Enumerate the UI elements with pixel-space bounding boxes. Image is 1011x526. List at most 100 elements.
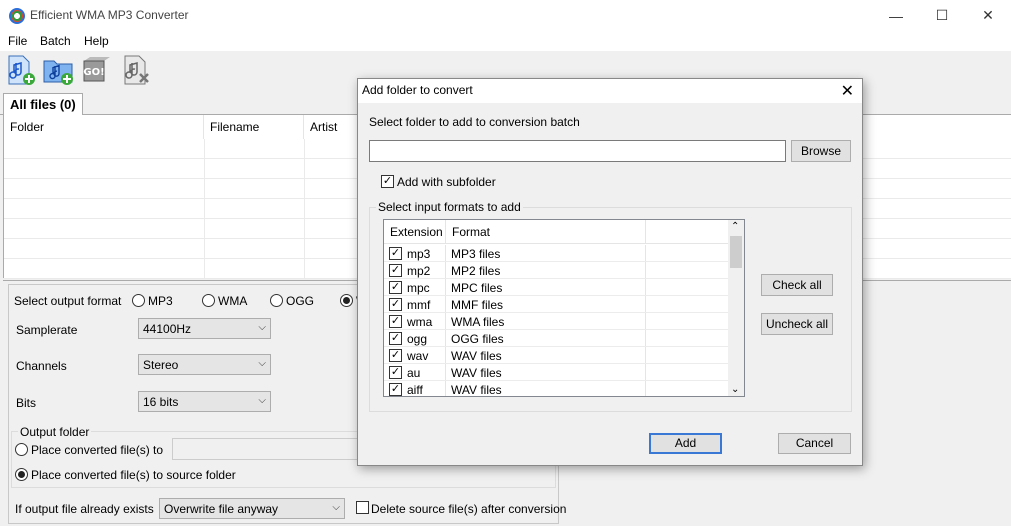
place-to-label[interactable]: Place converted file(s) to (31, 443, 163, 457)
format-list[interactable]: Extension Format ✓ mp3 MP3 files ✓ mp2 MP2 fi… (383, 219, 745, 397)
close-button[interactable]: ✕ (965, 0, 1011, 31)
channels-value: Stereo (143, 358, 179, 372)
column-divider (445, 245, 446, 262)
column-divider (445, 262, 446, 279)
add-file-icon (8, 55, 35, 85)
format-description: WAV files (451, 383, 502, 397)
uncheck-all-button[interactable]: Uncheck all (761, 313, 833, 335)
column-divider (645, 245, 646, 262)
maximize-button[interactable]: ☐ (919, 0, 965, 31)
format-row[interactable]: ✓ mp2 MP2 files (384, 262, 729, 279)
samplerate-select[interactable]: 44100Hz ⌵ (138, 318, 271, 339)
place-source-label[interactable]: Place converted file(s) to source folder (31, 468, 236, 482)
dialog-title: Add folder to convert (362, 83, 473, 97)
scroll-thumb[interactable] (730, 236, 742, 268)
format-list-header: Extension Format (384, 220, 729, 244)
output-format-label: Select output format (14, 294, 122, 308)
menu-help[interactable]: Help (84, 34, 109, 48)
add-files-button[interactable] (3, 53, 37, 87)
format-checkbox[interactable]: ✓ (389, 298, 402, 311)
scroll-down-icon[interactable]: ⌄ (731, 384, 739, 395)
menu-batch[interactable]: Batch (40, 34, 71, 48)
format-row[interactable]: ✓ mpc MPC files (384, 279, 729, 296)
format-row[interactable]: ✓ wav WAV files (384, 347, 729, 364)
cancel-button[interactable]: Cancel (778, 433, 851, 454)
format-checkbox[interactable]: ✓ (389, 247, 402, 260)
format-list-scrollbar[interactable]: ⌃ ⌄ (728, 220, 744, 396)
format-row[interactable]: ✓ au WAV files (384, 364, 729, 381)
format-checkbox[interactable]: ✓ (389, 264, 402, 277)
column-folder[interactable]: Folder (4, 115, 204, 139)
format-wma-radio[interactable] (202, 294, 215, 307)
column-divider (445, 347, 446, 364)
go-text: GO! (83, 67, 104, 78)
column-divider (645, 330, 646, 347)
format-mp3-label[interactable]: MP3 (148, 294, 173, 308)
format-description: WMA files (451, 315, 505, 329)
scroll-up-icon[interactable]: ⌃ (731, 221, 739, 232)
dialog-close-button[interactable]: ✕ (841, 81, 854, 101)
format-description: MP2 files (451, 264, 501, 278)
delete-source-checkbox[interactable] (356, 501, 369, 514)
channels-select[interactable]: Stereo ⌵ (138, 354, 271, 375)
chevron-down-icon: ⌵ (258, 358, 266, 369)
remove-file-icon (124, 55, 149, 85)
menu-file[interactable]: File (8, 34, 27, 48)
format-checkbox[interactable]: ✓ (389, 281, 402, 294)
delete-source-label[interactable]: Delete source file(s) after conversion (371, 502, 566, 516)
chevron-down-icon: ⌵ (332, 502, 340, 513)
column-divider (645, 313, 646, 330)
go-icon: GO! (83, 57, 110, 82)
format-row[interactable]: ✓ mp3 MP3 files (384, 245, 729, 262)
format-ogg-label[interactable]: OGG (286, 294, 314, 308)
format-extension: ogg (407, 332, 428, 346)
format-ogg-radio[interactable] (270, 294, 283, 307)
format-mp3-radio[interactable] (132, 294, 145, 307)
bits-value: 16 bits (143, 395, 179, 409)
add-subfolder-label[interactable]: Add with subfolder (397, 175, 496, 189)
format-checkbox[interactable]: ✓ (389, 332, 402, 345)
format-checkbox[interactable]: ✓ (389, 315, 402, 328)
format-description: MPC files (451, 281, 503, 295)
exists-select[interactable]: Overwrite file anyway ⌵ (159, 498, 345, 519)
format-extension: mmf (407, 298, 431, 312)
add-subfolder-checkbox[interactable]: ✓ (381, 175, 394, 188)
format-extension: wav (407, 349, 429, 363)
format-extension: aiff (407, 383, 423, 397)
place-to-radio[interactable] (15, 443, 28, 456)
folder-path-input[interactable] (369, 140, 786, 162)
exists-label: If output file already exists (15, 502, 154, 516)
format-row[interactable]: ✓ mmf MMF files (384, 296, 729, 313)
column-extension[interactable]: Extension (384, 220, 446, 244)
remove-file-button[interactable] (119, 53, 153, 87)
channels-label: Channels (16, 359, 67, 373)
column-filename[interactable]: Filename (204, 115, 304, 139)
format-row[interactable]: ✓ aiff WAV files (384, 381, 729, 397)
browse-button[interactable]: Browse (791, 140, 851, 162)
add-folder-dialog: Add folder to convert ✕ Select folder to… (357, 78, 863, 466)
column-divider (645, 279, 646, 296)
column-divider (445, 313, 446, 330)
format-wma-label[interactable]: WMA (218, 294, 247, 308)
column-artist[interactable]: Artist (304, 115, 364, 139)
tab-all-files[interactable]: All files (0) (3, 93, 83, 116)
column-divider (645, 364, 646, 381)
format-checkbox[interactable]: ✓ (389, 349, 402, 362)
format-wav-radio[interactable] (340, 294, 353, 307)
go-convert-button[interactable]: GO! (80, 53, 114, 87)
window-title: Efficient WMA MP3 Converter (30, 8, 189, 22)
format-checkbox[interactable]: ✓ (389, 366, 402, 379)
add-folder-button[interactable] (41, 53, 75, 87)
place-source-radio[interactable] (15, 468, 28, 481)
bits-select[interactable]: 16 bits ⌵ (138, 391, 271, 412)
column-divider (445, 381, 446, 396)
input-formats-label: Select input formats to add (376, 200, 523, 214)
add-button[interactable]: Add (649, 433, 722, 454)
column-format[interactable]: Format (446, 220, 646, 244)
minimize-button[interactable]: — (873, 0, 919, 31)
format-row[interactable]: ✓ ogg OGG files (384, 330, 729, 347)
format-row[interactable]: ✓ wma WMA files (384, 313, 729, 330)
format-checkbox[interactable]: ✓ (389, 383, 402, 396)
check-all-button[interactable]: Check all (761, 274, 833, 296)
format-extension: au (407, 366, 421, 380)
